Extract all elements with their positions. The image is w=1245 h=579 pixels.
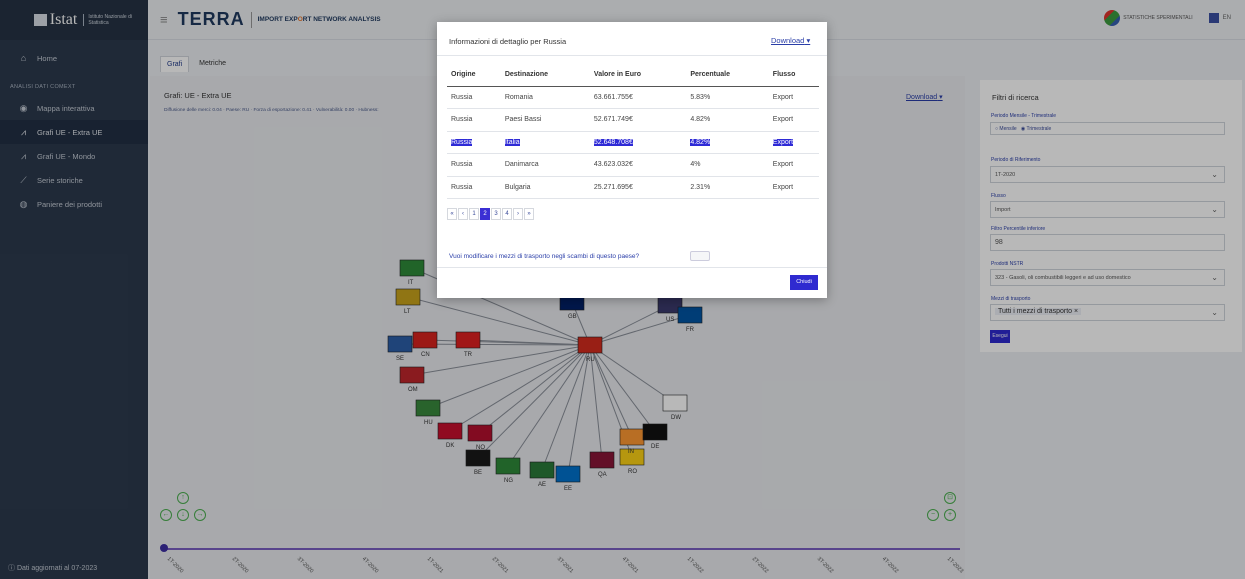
table-cell: Russia: [447, 131, 501, 154]
detail-table: Origine Destinazione Valore in Euro Percent…: [447, 64, 819, 199]
close-button[interactable]: Chiudi: [790, 275, 818, 290]
table-cell: Bulgaria: [500, 176, 590, 199]
pagination-item[interactable]: 1: [469, 208, 479, 220]
table-cell: Danimarca: [500, 153, 590, 177]
modal-title: Informazioni di dettaglio per Russia: [449, 37, 567, 46]
table-cell: 25.271.695€: [589, 176, 687, 199]
table-cell: Export: [768, 108, 819, 132]
pagination-item[interactable]: 3: [491, 208, 501, 220]
table-cell: 43.623.032€: [589, 153, 687, 177]
table-row[interactable]: Russia Paesi Bassi 52.671.749€ 4.82% Export: [447, 108, 819, 132]
table-row[interactable]: Russia Bulgaria 25.271.695€ 2.31% Export: [447, 176, 819, 199]
pagination-item[interactable]: »: [524, 208, 534, 220]
table-cell: Russia: [447, 153, 501, 177]
table-cell: Russia: [447, 86, 501, 109]
table-cell: 52.671.749€: [589, 108, 687, 132]
column-header: Flusso: [768, 64, 819, 87]
modal-download-button[interactable]: Download ▾: [771, 36, 810, 45]
divider: [437, 55, 827, 56]
table-cell: Export: [768, 86, 819, 109]
table-cell: Italia: [500, 131, 590, 154]
column-header: Percentuale: [686, 64, 769, 87]
column-header: Valore in Euro: [589, 64, 687, 87]
table-cell: Paesi Bassi: [500, 108, 590, 132]
table-row[interactable]: Russia Romania 63.661.755€ 5.83% Export: [447, 86, 819, 109]
table-row[interactable]: Russia Italia 52.648.708€ 4.82% Export: [447, 131, 819, 154]
pagination: «‹ 1 2 3 4 ›»: [447, 208, 535, 220]
detail-modal: Informazioni di dettaglio per Russia Dow…: [437, 22, 827, 298]
table-cell: 2.31%: [686, 176, 769, 199]
table-cell: 4.82%: [686, 131, 769, 154]
table-cell: Russia: [447, 176, 501, 199]
table-cell: Export: [768, 131, 819, 154]
pagination-item[interactable]: «: [447, 208, 457, 220]
table-cell: Russia: [447, 108, 501, 132]
table-cell: 5.83%: [686, 86, 769, 109]
pagination-item[interactable]: ›: [513, 208, 523, 220]
pagination-item[interactable]: 2: [480, 208, 490, 220]
table-cell: 4%: [686, 153, 769, 177]
table-row[interactable]: Russia Danimarca 43.623.032€ 4% Export: [447, 153, 819, 177]
table-cell: Romania: [500, 86, 590, 109]
divider: [437, 267, 827, 268]
table-cell: Export: [768, 153, 819, 177]
table-cell: 63.661.755€: [589, 86, 687, 109]
pagination-item[interactable]: 4: [502, 208, 512, 220]
column-header: Origine: [447, 64, 501, 87]
column-header: Destinazione: [500, 64, 590, 87]
transport-toggle[interactable]: [690, 251, 710, 261]
table-cell: 52.648.708€: [589, 131, 687, 154]
pagination-item[interactable]: ‹: [458, 208, 468, 220]
table-cell: Export: [768, 176, 819, 199]
transport-question: Vuoi modificare i mezzi di trasporto neg…: [449, 253, 640, 260]
table-cell: 4.82%: [686, 108, 769, 132]
